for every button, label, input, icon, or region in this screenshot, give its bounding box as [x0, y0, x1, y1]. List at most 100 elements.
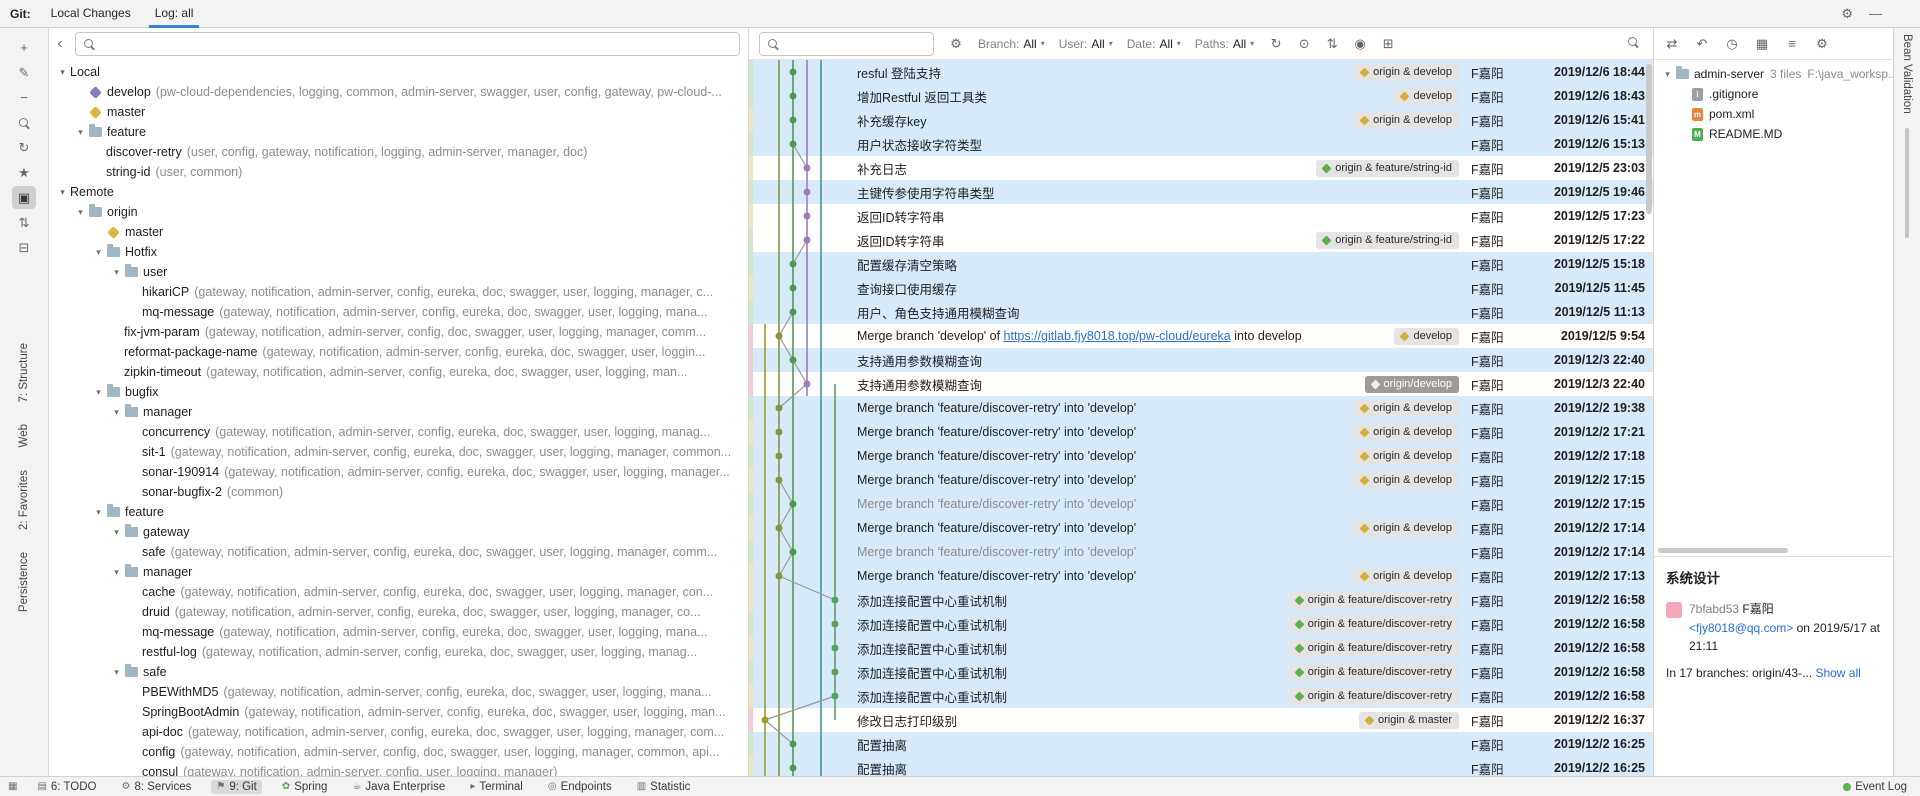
commit-row[interactable]: 修改日志打印级别origin & masterF嘉阳2019/12/2 16:3…: [749, 708, 1653, 732]
tree-row-remote[interactable]: ▾Remote: [49, 182, 748, 202]
group-by-icon[interactable]: ▦: [1752, 36, 1772, 52]
tool-web[interactable]: Web: [18, 424, 30, 447]
branch-label[interactable]: origin & develop: [1354, 568, 1459, 585]
find-icon[interactable]: [1623, 36, 1643, 51]
branch-label[interactable]: origin & develop: [1354, 400, 1459, 417]
commit-row[interactable]: 主键传参使用字符串类型F嘉阳2019/12/5 19:46: [749, 180, 1653, 204]
commit-message-link[interactable]: https://gitlab.fjy8018.top/pw-cloud/eure…: [1004, 329, 1231, 343]
sort-icon[interactable]: ⇅: [1322, 36, 1342, 52]
branch-label[interactable]: origin & feature/discover-retry: [1289, 688, 1459, 705]
chevron-down-icon[interactable]: ▾: [91, 247, 106, 258]
tool-windows-icon[interactable]: ▦: [8, 781, 17, 792]
tool-persistence[interactable]: Persistence: [18, 552, 30, 612]
tree-row-master[interactable]: master: [49, 102, 748, 122]
tree-row-concurrency[interactable]: concurrency(gateway, notification, admin…: [49, 422, 748, 442]
branch-label[interactable]: origin & feature/discover-retry: [1289, 592, 1459, 609]
log-search-input[interactable]: [759, 32, 934, 56]
commit-row[interactable]: Merge branch 'feature/discover-retry' in…: [749, 396, 1653, 420]
tree-row-springbootadmin[interactable]: SpringBootAdmin(gateway, notification, a…: [49, 702, 748, 722]
settings-gear-icon[interactable]: ⚙: [1841, 6, 1853, 22]
branch-label[interactable]: origin & develop: [1354, 64, 1459, 81]
filter-settings-icon[interactable]: ⚙: [946, 36, 966, 52]
tree-row-feature[interactable]: ▾feature: [49, 122, 748, 142]
tree-row-zipkin-timeout[interactable]: zipkin-timeout(gateway, notification, ad…: [49, 362, 748, 382]
chevron-down-icon[interactable]: ▾: [109, 667, 124, 678]
branch-label[interactable]: develop: [1394, 88, 1459, 105]
tree-row-string-id[interactable]: string-id(user, common): [49, 162, 748, 182]
view-options-icon[interactable]: ≡: [1782, 36, 1802, 51]
commit-row[interactable]: 返回ID转字符串F嘉阳2019/12/5 17:23: [749, 204, 1653, 228]
tree-row-hikaricp[interactable]: hikariCP(gateway, notification, admin-se…: [49, 282, 748, 302]
commit-row[interactable]: Merge branch 'feature/discover-retry' in…: [749, 516, 1653, 540]
git-tool-window-icon[interactable]: ▣: [12, 186, 36, 209]
commit-row[interactable]: resful 登陆支持origin & developF嘉阳2019/12/6 …: [749, 60, 1653, 84]
commit-row[interactable]: 添加连接配置中心重试机制origin & feature/discover-re…: [749, 636, 1653, 660]
statusbar-item-spring[interactable]: ✿Spring: [277, 780, 333, 794]
chevron-down-icon[interactable]: ▾: [109, 267, 124, 278]
tree-row-master[interactable]: master: [49, 222, 748, 242]
tree-row-consul[interactable]: consul(gateway, notification, admin-serv…: [49, 762, 748, 776]
commit-row[interactable]: 用户、角色支持通用模糊查询F嘉阳2019/12/5 11:13: [749, 300, 1653, 324]
commit-row[interactable]: 查询接口使用缓存F嘉阳2019/12/5 11:45: [749, 276, 1653, 300]
statusbar-item-endpoints[interactable]: ◎Endpoints: [543, 780, 617, 794]
search-icon[interactable]: [12, 111, 36, 134]
tree-row-hotfix[interactable]: ▾Hotfix: [49, 242, 748, 262]
tree-row-discover-retry[interactable]: discover-retry(user, config, gateway, no…: [49, 142, 748, 162]
history-icon[interactable]: ◷: [1722, 36, 1742, 52]
branch-label[interactable]: origin & develop: [1354, 448, 1459, 465]
refresh-icon[interactable]: ↻: [1266, 36, 1286, 52]
branch-label[interactable]: origin & develop: [1354, 112, 1459, 129]
statusbar-item-statistic[interactable]: ▥Statistic: [632, 780, 696, 794]
chevron-down-icon[interactable]: ▾: [73, 207, 88, 218]
commit-row[interactable]: Merge branch 'develop' of https://gitlab…: [749, 324, 1653, 348]
tree-row-reformat-package-name[interactable]: reformat-package-name(gateway, notificat…: [49, 342, 748, 362]
tree-row-safe[interactable]: ▾safe: [49, 662, 748, 682]
preview-diff-eye-icon[interactable]: ◉: [1350, 36, 1370, 52]
tree-row-safe[interactable]: safe(gateway, notification, admin-server…: [49, 542, 748, 562]
commit-row[interactable]: Merge branch 'feature/discover-retry' in…: [749, 468, 1653, 492]
cherry-pick-icon[interactable]: ⊙: [1294, 36, 1314, 52]
changed-file-row[interactable]: i.gitignore: [1654, 84, 1893, 104]
changed-files-root-row[interactable]: ▾ admin-server 3 files F:\java_worksp...: [1654, 64, 1893, 84]
tree-row-develop[interactable]: develop(pw-cloud-dependencies, logging, …: [49, 82, 748, 102]
chevron-down-icon[interactable]: ▾: [91, 387, 106, 398]
commit-row[interactable]: 返回ID转字符串origin & feature/string-idF嘉阳201…: [749, 228, 1653, 252]
settings-icon[interactable]: ⚙: [1812, 36, 1832, 52]
tree-row-origin[interactable]: ▾origin: [49, 202, 748, 222]
tree-row-pbewithmd5[interactable]: PBEWithMD5(gateway, notification, admin-…: [49, 682, 748, 702]
tree-row-gateway[interactable]: ▾gateway: [49, 522, 748, 542]
commit-row[interactable]: 添加连接配置中心重试机制origin & feature/discover-re…: [749, 612, 1653, 636]
tree-row-restful-log[interactable]: restful-log(gateway, notification, admin…: [49, 642, 748, 662]
refresh-icon[interactable]: ↻: [12, 136, 36, 159]
commit-row[interactable]: Merge branch 'feature/discover-retry' in…: [749, 540, 1653, 564]
commit-row[interactable]: 添加连接配置中心重试机制origin & feature/discover-re…: [749, 588, 1653, 612]
commit-row[interactable]: 配置抽离F嘉阳2019/12/2 16:25: [749, 756, 1653, 776]
tool-bean-validation[interactable]: Bean Validation: [1901, 34, 1913, 114]
filter-paths[interactable]: Paths:All▾: [1195, 37, 1254, 51]
commit-row[interactable]: 增加Restful 返回工具类developF嘉阳2019/12/6 18:43: [749, 84, 1653, 108]
statusbar-item-java-enterprise[interactable]: ☕Java Enterprise: [347, 780, 450, 794]
tree-row-druid[interactable]: druid(gateway, notification, admin-serve…: [49, 602, 748, 622]
chevron-down-icon[interactable]: ▾: [91, 507, 106, 518]
chevron-down-icon[interactable]: ▾: [73, 127, 88, 138]
tool-structure[interactable]: 7: Structure: [18, 343, 30, 402]
commit-row[interactable]: Merge branch 'feature/discover-retry' in…: [749, 444, 1653, 468]
tree-row-manager[interactable]: ▾manager: [49, 562, 748, 582]
show-all-link[interactable]: Show all: [1815, 666, 1860, 680]
chevron-down-icon[interactable]: ▾: [109, 407, 124, 418]
tree-row-mq-message[interactable]: mq-message(gateway, notification, admin-…: [49, 302, 748, 322]
commit-row[interactable]: 配置缓存清空策略F嘉阳2019/12/5 15:18: [749, 252, 1653, 276]
tab-log-all[interactable]: Log: all: [143, 0, 206, 28]
edit-icon[interactable]: ✎: [12, 61, 36, 84]
commit-row[interactable]: 支持通用参数模糊查询origin/developF嘉阳2019/12/3 22:…: [749, 372, 1653, 396]
add-icon[interactable]: +: [12, 36, 36, 59]
graph-layout-icon[interactable]: ⊞: [1378, 36, 1398, 52]
changed-file-row[interactable]: mpom.xml: [1654, 104, 1893, 124]
filter-branch[interactable]: Branch:All▾: [978, 37, 1045, 51]
branch-label[interactable]: origin & develop: [1354, 472, 1459, 489]
commit-row[interactable]: Merge branch 'feature/discover-retry' in…: [749, 420, 1653, 444]
tree-row-config[interactable]: config(gateway, notification, admin-serv…: [49, 742, 748, 762]
tree-row-user[interactable]: ▾user: [49, 262, 748, 282]
tree-row-fix-jvm-param[interactable]: fix-jvm-param(gateway, notification, adm…: [49, 322, 748, 342]
chevron-down-icon[interactable]: ▾: [109, 567, 124, 578]
